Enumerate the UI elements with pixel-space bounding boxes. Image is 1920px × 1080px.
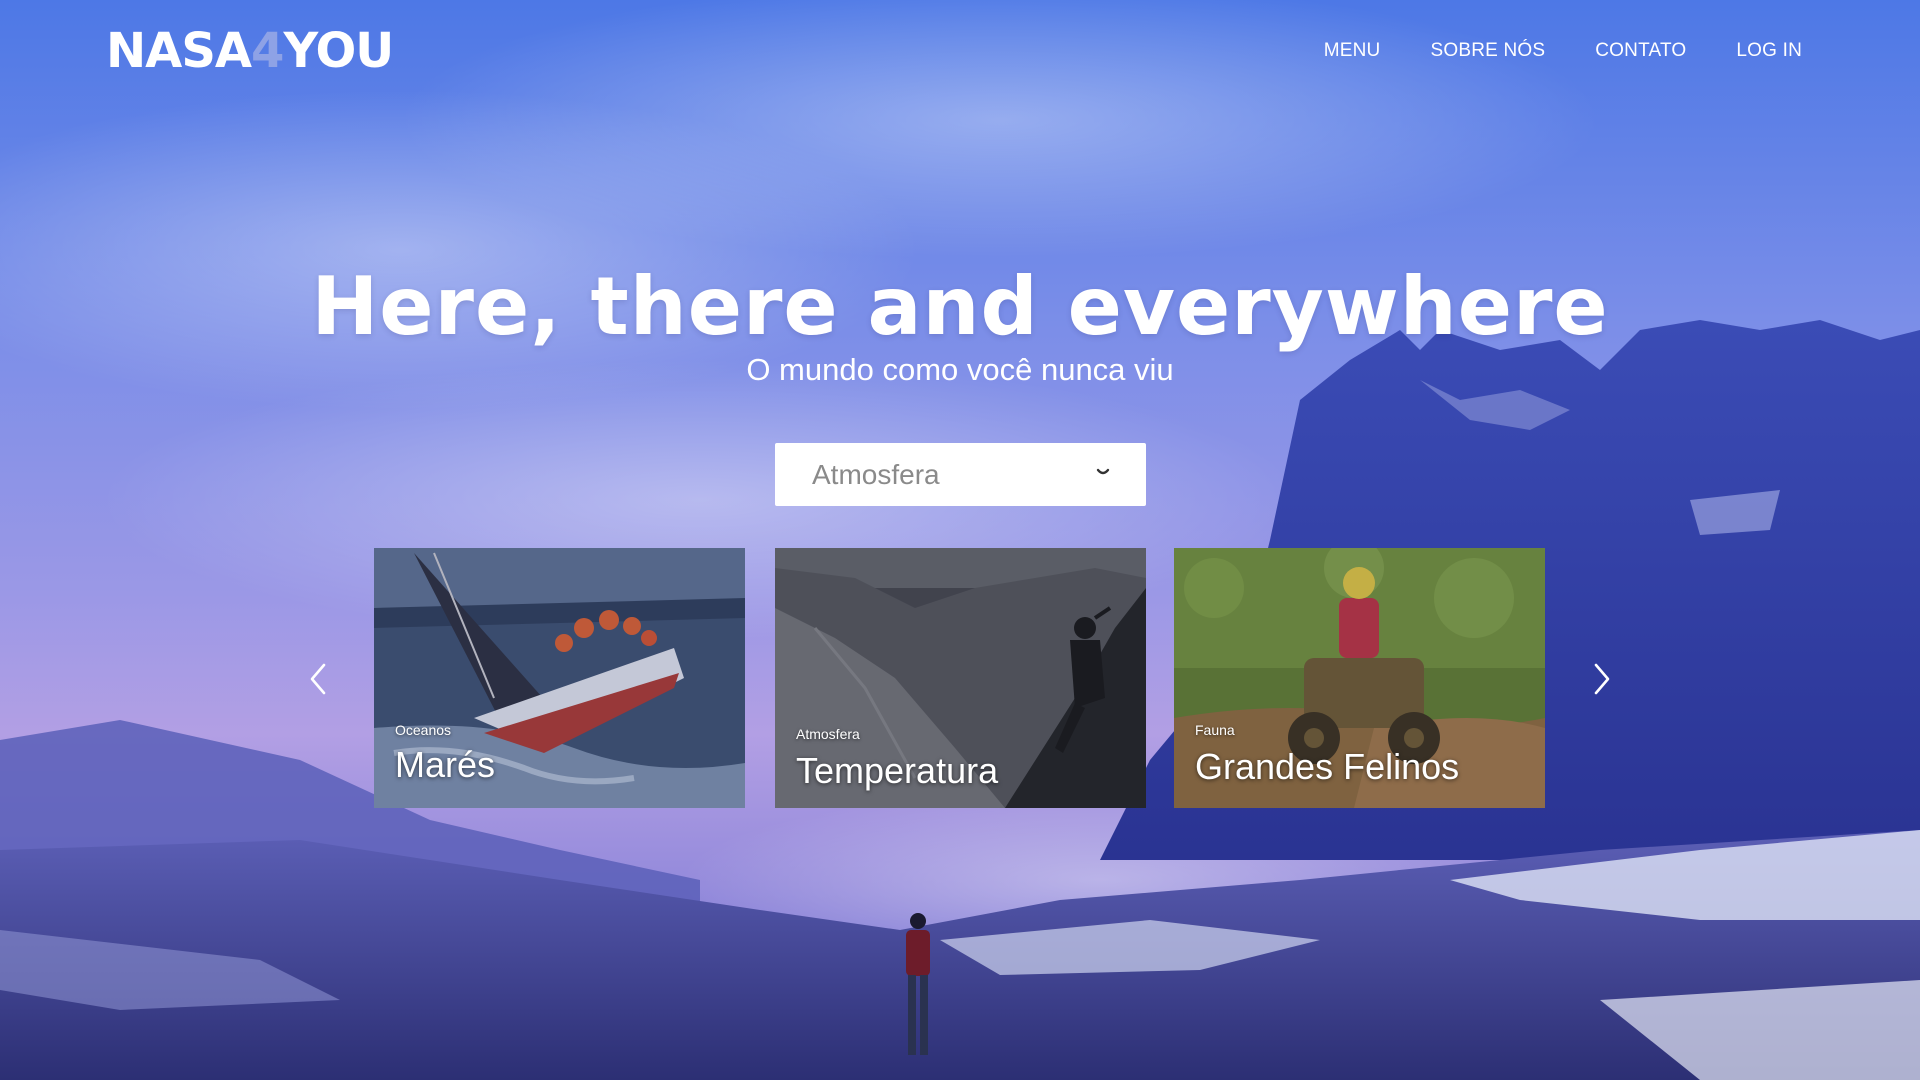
nav-contact-link[interactable]: CONTATO: [1595, 40, 1686, 62]
nav-about-link[interactable]: SOBRE NÓS: [1430, 40, 1545, 62]
chevron-down-icon: [1096, 468, 1110, 475]
category-select-value: Atmosfera: [812, 458, 940, 490]
hero-background-image: [0, 0, 1920, 1080]
nav-menu-link[interactable]: MENU: [1324, 40, 1381, 62]
card-category: Fauna: [1195, 722, 1235, 738]
carousel-card-fauna[interactable]: Fauna Grandes Felinos: [1174, 548, 1545, 808]
nav-login-link[interactable]: LOG IN: [1736, 40, 1802, 62]
logo-text-left: NASA: [106, 23, 252, 79]
card-category: Atmosfera: [796, 726, 860, 742]
chevron-left-icon[interactable]: [306, 662, 330, 696]
card-category: Oceanos: [395, 722, 452, 738]
logo-text-four: 4: [251, 23, 284, 79]
carousel-card-atmosphere[interactable]: Atmosfera Temperatura: [775, 548, 1146, 808]
hero-title: Here, there and everywhere: [311, 260, 1609, 353]
card-title: Temperatura: [796, 750, 999, 791]
card-title: Marés: [395, 744, 496, 785]
chevron-right-icon[interactable]: [1590, 662, 1614, 696]
logo-text-right: YOU: [283, 23, 394, 79]
hero-subtitle: O mundo como você nunca viu: [746, 352, 1174, 387]
carousel-card-oceans[interactable]: Oceanos Marés: [374, 548, 745, 808]
category-select[interactable]: Atmosfera: [775, 443, 1146, 506]
top-nav: MENU SOBRE NÓS CONTATO LOG IN: [1274, 40, 1802, 62]
card-title: Grandes Felinos: [1195, 746, 1460, 787]
site-logo[interactable]: NASA4YOU: [106, 23, 394, 79]
